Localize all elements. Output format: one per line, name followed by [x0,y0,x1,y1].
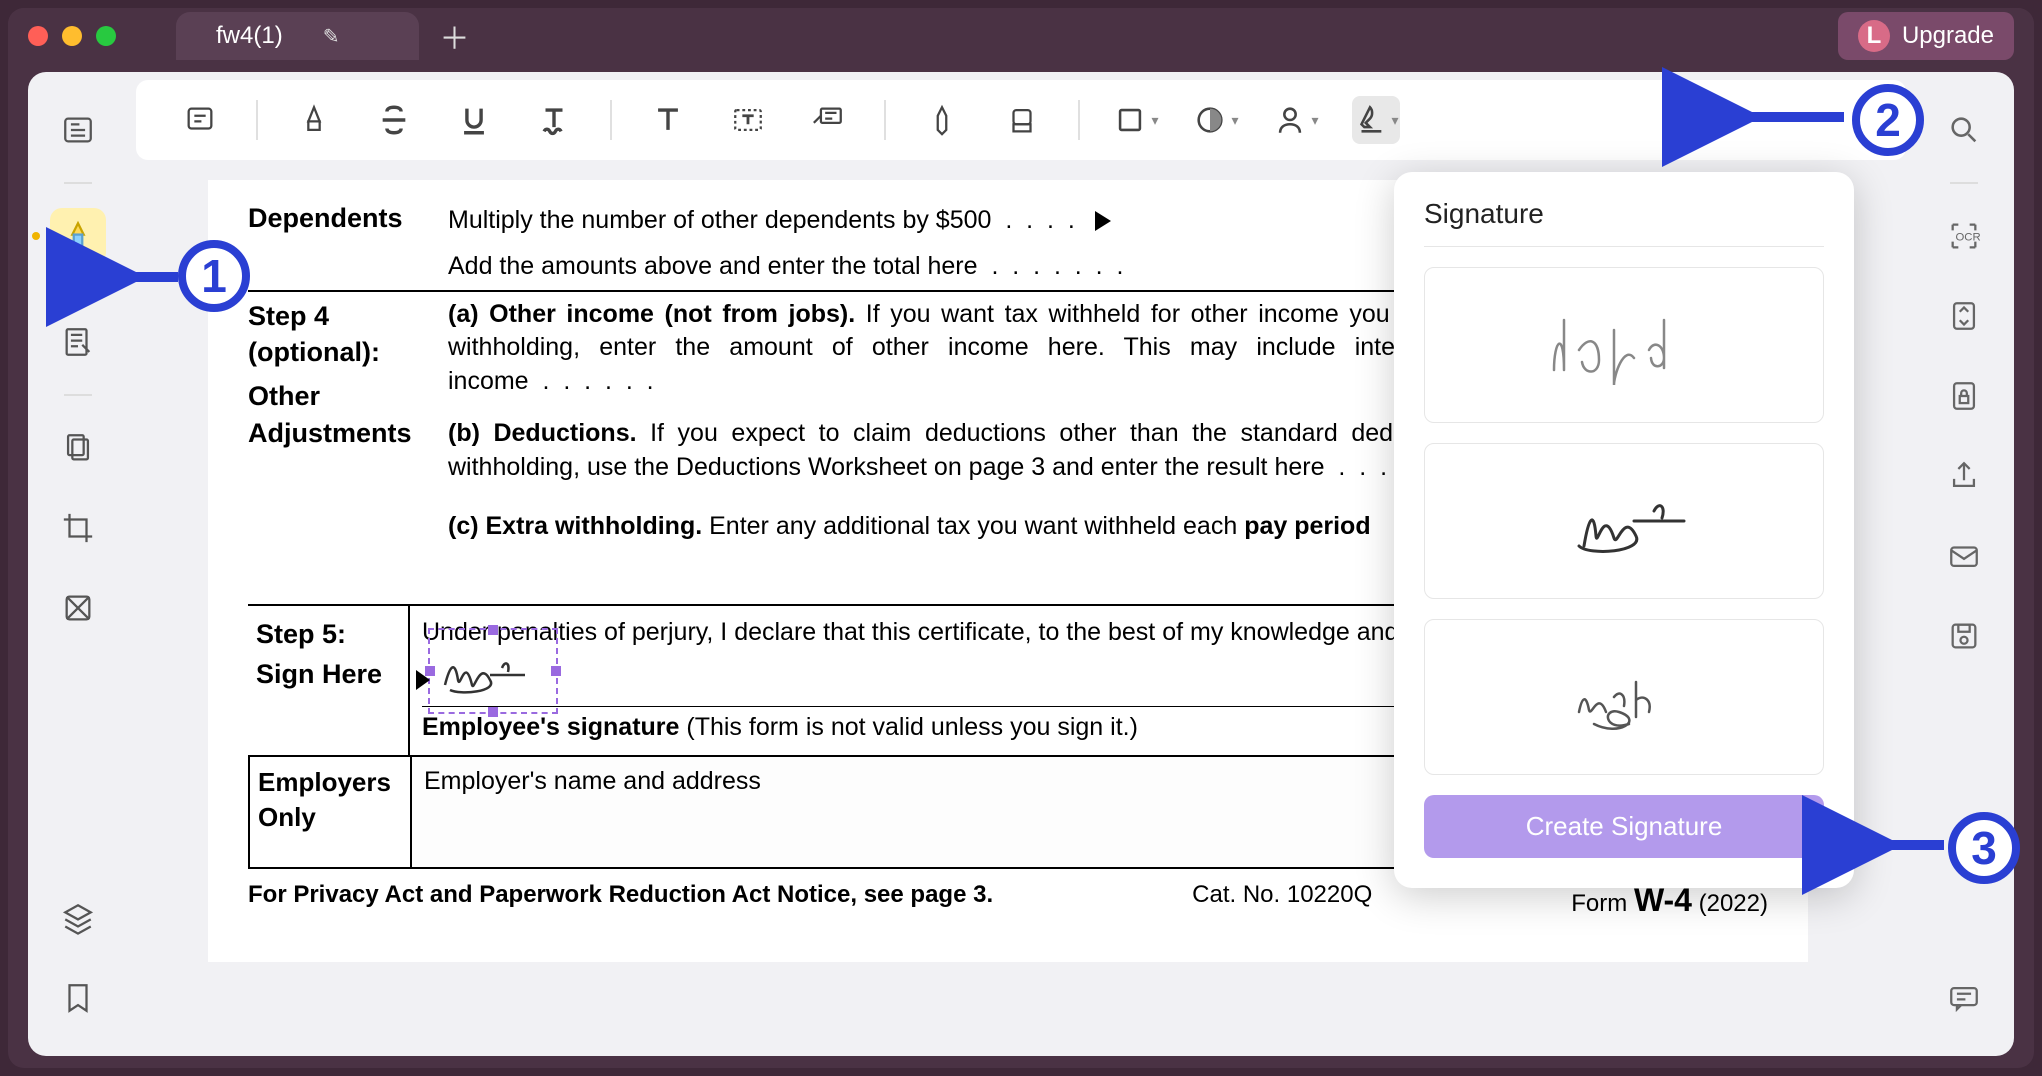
strikethrough-tool-icon[interactable] [370,96,418,144]
text-tool-icon[interactable] [644,96,692,144]
annotate-tool-icon[interactable] [50,208,106,264]
comment-panel-icon[interactable] [1936,970,1992,1026]
squiggly-tool-icon[interactable] [530,96,578,144]
dependents-label: Dependents [248,200,448,284]
convert-icon[interactable] [1936,288,1992,344]
create-signature-button[interactable]: Create Signature [1424,795,1824,858]
cat-number: Cat. No. 10220Q [1192,879,1372,922]
signature-tool-icon[interactable]: ▾ [1352,96,1400,144]
lock-icon[interactable] [1936,368,1992,424]
stamp-tool-icon[interactable]: ▾ [1192,96,1240,144]
employer-name-label: Employer's name and address [424,767,761,795]
edit-tab-icon[interactable]: ✎ [323,24,340,49]
user-avatar: L [1858,20,1890,52]
layers-icon[interactable] [50,890,106,946]
page-edit-icon[interactable] [50,420,106,476]
callout-2: 2 [1852,84,1924,156]
search-icon[interactable] [1936,102,1992,158]
minimize-window[interactable] [62,26,82,46]
titlebar: fw4(1) ✎ ＋ L Upgrade [8,8,2034,64]
crop-tool-icon[interactable] [50,500,106,556]
new-tab-button[interactable]: ＋ [439,14,469,58]
annotation-toolbar: ▾ ▾ ▾ ▾ [136,80,1906,160]
close-window[interactable] [28,26,48,46]
employers-only-label: Employers Only [250,757,410,867]
pencil-tool-icon[interactable] [918,96,966,144]
left-sidebar [28,72,128,1056]
placed-signature[interactable] [428,628,558,714]
callout-tool-icon[interactable] [804,96,852,144]
sign-here-label: Sign Here [256,656,400,692]
signature-option-1[interactable] [1424,267,1824,423]
bookmark-icon[interactable] [50,970,106,1026]
step5-label: Step 5: [256,616,400,652]
redact-tool-icon[interactable] [50,580,106,636]
ocr-icon[interactable]: OCR [1936,208,1992,264]
mail-icon[interactable] [1936,528,1992,584]
edit-pdf-icon[interactable] [50,314,106,370]
document-tab[interactable]: fw4(1) ✎ [176,12,419,60]
textbox-tool-icon[interactable] [724,96,772,144]
privacy-notice: For Privacy Act and Paperwork Reduction … [248,879,993,922]
eraser-tool-icon[interactable] [998,96,1046,144]
popover-title: Signature [1424,198,1824,230]
callout-3-arrow [1874,830,1954,865]
callout-3: 3 [1948,812,2020,884]
tab-title: fw4(1) [216,22,283,50]
signature-popover: Signature Create Signature [1394,172,1854,888]
right-sidebar: OCR [1914,72,2014,1056]
underline-tool-icon[interactable] [450,96,498,144]
callout-2-arrow [1734,102,1854,137]
upgrade-label: Upgrade [1902,22,1994,50]
signature-option-2[interactable] [1424,443,1824,599]
step4-label: Step 4 (optional): [248,298,448,371]
image-tool-icon[interactable]: ▾ [1272,96,1320,144]
reader-mode-icon[interactable] [50,102,106,158]
note-tool-icon[interactable] [176,96,224,144]
maximize-window[interactable] [96,26,116,46]
callout-1: 1 [178,240,250,312]
shape-tool-icon[interactable]: ▾ [1112,96,1160,144]
step4-sub: Other Adjustments [248,378,448,451]
signature-option-3[interactable] [1424,619,1824,775]
share-icon[interactable] [1936,448,1992,504]
upgrade-button[interactable]: L Upgrade [1838,12,2014,60]
save-icon[interactable] [1936,608,1992,664]
highlighter-tool-icon[interactable] [290,96,338,144]
svg-text:OCR: OCR [1956,231,1981,243]
